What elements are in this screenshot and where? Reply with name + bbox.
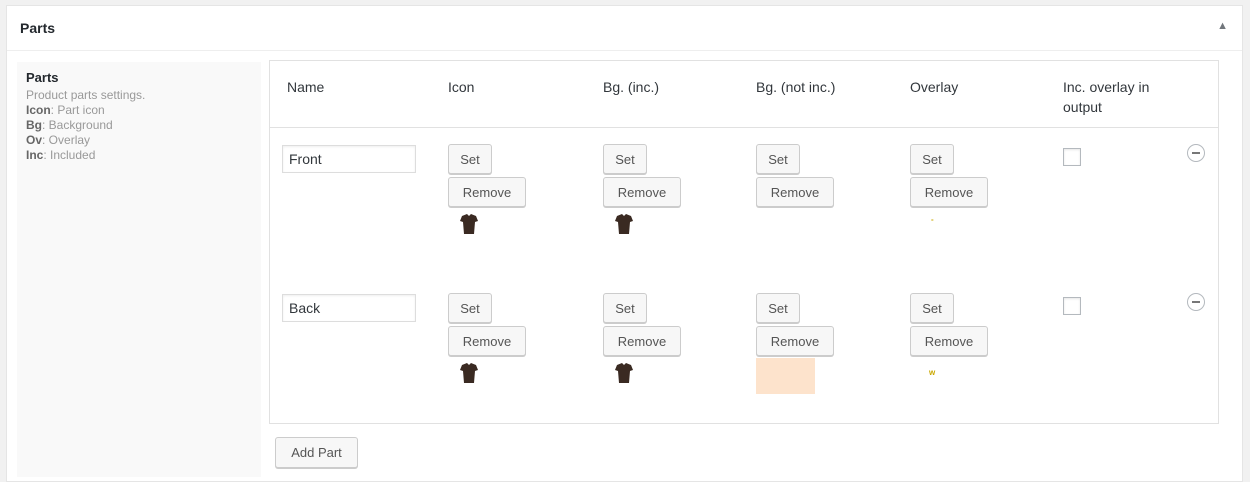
sidebar-title: Parts bbox=[26, 70, 59, 85]
metabox-title: Parts bbox=[20, 20, 56, 36]
overlay-set-button[interactable]: Set bbox=[910, 293, 954, 323]
metabox-header: Parts ▲ bbox=[7, 6, 1242, 51]
icon-remove-button[interactable]: Remove bbox=[448, 177, 526, 207]
part-name-input[interactable] bbox=[282, 145, 416, 173]
bg-not-inc-set-button[interactable]: Set bbox=[756, 293, 800, 323]
remove-row-button[interactable] bbox=[1187, 293, 1205, 311]
add-part-button[interactable]: Add Part bbox=[275, 437, 358, 468]
overlay-remove-button[interactable]: Remove bbox=[910, 326, 988, 356]
bg-not-inc-set-button[interactable]: Set bbox=[756, 144, 800, 174]
minus-icon bbox=[1192, 301, 1200, 303]
bg-inc-remove-button[interactable]: Remove bbox=[603, 326, 681, 356]
part-name-input[interactable] bbox=[282, 294, 416, 322]
icon-set-button[interactable]: Set bbox=[448, 293, 492, 323]
header-bg-inc: Bg. (inc.) bbox=[603, 79, 660, 95]
legend-item-icon: Icon: Part icon bbox=[26, 103, 105, 117]
overlay-preview: w bbox=[929, 368, 936, 377]
header-name: Name bbox=[287, 79, 325, 95]
legend-item-bg: Bg: Background bbox=[26, 118, 113, 132]
tshirt-icon bbox=[460, 363, 478, 383]
bg-inc-set-button[interactable]: Set bbox=[603, 144, 647, 174]
bg-inc-set-button[interactable]: Set bbox=[603, 293, 647, 323]
bg-inc-remove-button[interactable]: Remove bbox=[603, 177, 681, 207]
table-row: Set Remove Set Remove Set Remove Set Rem… bbox=[270, 290, 1218, 440]
bg-not-inc-remove-button[interactable]: Remove bbox=[756, 177, 834, 207]
sidebar-subtitle: Product parts settings. bbox=[26, 88, 146, 102]
table-header: Name Icon Bg. (inc.) Bg. (not inc.) Over… bbox=[270, 61, 1218, 128]
tshirt-icon bbox=[615, 363, 633, 383]
icon-set-button[interactable]: Set bbox=[448, 144, 492, 174]
overlay-remove-button[interactable]: Remove bbox=[910, 177, 988, 207]
sidebar-description: Product parts settings. Icon: Part icon … bbox=[26, 88, 145, 163]
overlay-set-button[interactable]: Set bbox=[910, 144, 954, 174]
tshirt-icon bbox=[615, 214, 633, 234]
header-icon: Icon bbox=[448, 79, 475, 95]
inc-overlay-checkbox[interactable] bbox=[1063, 297, 1081, 315]
legend-item-inc: Inc: Included bbox=[26, 148, 96, 162]
bg-not-inc-preview bbox=[756, 358, 815, 394]
icon-remove-button[interactable]: Remove bbox=[448, 326, 526, 356]
header-bg-not-inc: Bg. (not inc.) bbox=[756, 79, 836, 95]
remove-row-button[interactable] bbox=[1187, 144, 1205, 162]
parts-table: Name Icon Bg. (inc.) Bg. (not inc.) Over… bbox=[269, 60, 1219, 424]
settings-sidebar: Parts Product parts settings. Icon: Part… bbox=[17, 62, 261, 477]
header-overlay: Overlay bbox=[910, 79, 959, 95]
legend-item-ov: Ov: Overlay bbox=[26, 133, 91, 147]
triangle-up-icon[interactable]: ▲ bbox=[1217, 20, 1228, 32]
bg-not-inc-remove-button[interactable]: Remove bbox=[756, 326, 834, 356]
minus-icon bbox=[1192, 152, 1200, 154]
header-inc-overlay: Inc. overlay in output bbox=[1063, 79, 1150, 115]
overlay-preview: - bbox=[931, 215, 934, 224]
inc-overlay-checkbox[interactable] bbox=[1063, 148, 1081, 166]
tshirt-icon bbox=[460, 214, 478, 234]
table-row: Set Remove Set Remove Set Remove Set Rem… bbox=[270, 141, 1218, 291]
